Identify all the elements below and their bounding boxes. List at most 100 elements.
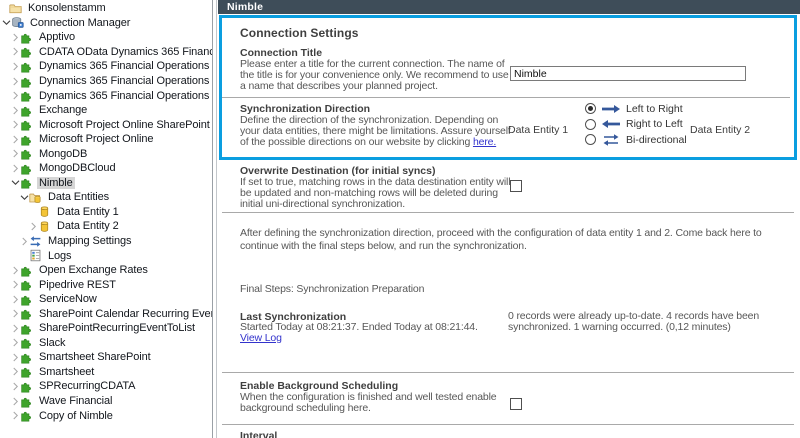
- sync-info-paragraph: After defining the synchronization direc…: [240, 227, 796, 252]
- tree-item-slack[interactable]: Slack: [0, 336, 212, 351]
- tree-item-pipedrive-rest[interactable]: Pipedrive REST: [0, 277, 212, 292]
- puzzle-icon: [20, 31, 33, 44]
- collapse-arrow-icon[interactable]: [11, 119, 20, 130]
- collapse-arrow-icon[interactable]: [11, 134, 20, 145]
- tree-item-dynamics-365-financial-operations[interactable]: Dynamics 365 Financial Operations: [0, 88, 212, 103]
- tree-item-logs[interactable]: Logs: [0, 248, 212, 263]
- overwrite-checkbox[interactable]: [510, 180, 522, 192]
- scheduling-checkbox[interactable]: [510, 398, 522, 410]
- tree-item-mongodbcloud[interactable]: MongoDBCloud: [0, 161, 212, 176]
- tree-item-data-entity-2[interactable]: Data Entity 2: [0, 219, 212, 234]
- tree-item-label: Apptivo: [37, 31, 77, 43]
- panel-divider[interactable]: [212, 0, 213, 438]
- collapse-arrow-icon[interactable]: [11, 265, 20, 276]
- tree-item-wave-financial[interactable]: Wave Financial: [0, 394, 212, 409]
- connection-title-input[interactable]: [510, 66, 746, 81]
- sync-option-bi-directional[interactable]: Bi-directional: [585, 132, 687, 148]
- data-entity-icon: [38, 205, 51, 218]
- collapse-arrow-icon[interactable]: [11, 381, 20, 392]
- tree-item-dynamics-365-financial-operations-oaut[interactable]: Dynamics 365 Financial Operations OAut: [0, 74, 212, 89]
- collapse-arrow-icon[interactable]: [11, 32, 20, 43]
- tree-item-microsoft-project-online-sharepoint[interactable]: Microsoft Project Online SharePoint: [0, 117, 212, 132]
- section-separator: [222, 212, 794, 213]
- tree-item-label: Open Exchange Rates: [37, 264, 150, 276]
- data-entity-2-label: Data Entity 2: [690, 124, 750, 136]
- radio-selected[interactable]: [585, 103, 596, 114]
- view-log-link[interactable]: View Log: [240, 332, 282, 344]
- collapse-arrow-icon[interactable]: [11, 163, 20, 174]
- sync-option-left-to-right[interactable]: Left to Right: [585, 101, 687, 117]
- puzzle-icon: [20, 365, 33, 378]
- tree-item-dynamics-365-financial-operations-oaut[interactable]: Dynamics 365 Financial Operations OAut: [0, 59, 212, 74]
- collapse-arrow-icon[interactable]: [11, 323, 20, 334]
- tree-item-copy-of-nimble[interactable]: Copy of Nimble: [0, 408, 212, 423]
- expand-arrow-icon[interactable]: [2, 17, 11, 28]
- radio-unselected[interactable]: [585, 119, 596, 130]
- arrow-left-icon: [601, 118, 621, 130]
- puzzle-icon: [20, 133, 33, 146]
- puzzle-icon: [20, 395, 33, 408]
- collapse-arrow-icon[interactable]: [11, 396, 20, 407]
- console-tree-panel: KonsolenstammConnection ManagerApptivo CD…: [0, 0, 212, 438]
- tree-item-mongodb[interactable]: MongoDB: [0, 146, 212, 161]
- tree-item-open-exchange-rates[interactable]: Open Exchange Rates: [0, 263, 212, 278]
- collapse-arrow-icon[interactable]: [11, 352, 20, 363]
- collapse-arrow-icon[interactable]: [29, 221, 38, 232]
- interval-label: Interval: [240, 430, 277, 438]
- tree-item-mapping-settings[interactable]: Mapping Settings: [0, 234, 212, 249]
- connection-settings-panel: Nimble Connection Settings Connection Ti…: [218, 0, 800, 438]
- collapse-arrow-icon[interactable]: [11, 61, 20, 72]
- last-sync-result: 0 records were already up-to-date. 4 rec…: [508, 311, 776, 333]
- collapse-arrow-icon[interactable]: [11, 76, 20, 87]
- section-separator: [222, 424, 794, 425]
- tree-item-smartsheet-sharepoint[interactable]: Smartsheet SharePoint: [0, 350, 212, 365]
- collapse-arrow-icon[interactable]: [11, 90, 20, 101]
- tree-item-data-entities[interactable]: Data Entities: [0, 190, 212, 205]
- overwrite-description: If set to true, matching rows in the dat…: [240, 177, 514, 211]
- tree-item-label: Mapping Settings: [46, 235, 133, 247]
- tree-item-label: Data Entity 2: [55, 220, 121, 232]
- folder-icon: [9, 2, 22, 15]
- puzzle-icon: [20, 293, 33, 306]
- tree-item-smartsheet[interactable]: Smartsheet: [0, 365, 212, 380]
- collapse-arrow-icon[interactable]: [20, 236, 29, 247]
- mapping-icon: [29, 235, 42, 248]
- tree-item-connection-manager[interactable]: Connection Manager: [0, 16, 212, 31]
- tree-item-cdata-odata-dynamics-365-financial-op[interactable]: CDATA OData Dynamics 365 Financial Op: [0, 45, 212, 60]
- collapse-arrow-icon[interactable]: [11, 148, 20, 159]
- sync-option-right-to-left[interactable]: Right to Left: [585, 117, 687, 133]
- collapse-arrow-icon[interactable]: [11, 46, 20, 57]
- puzzle-icon: [20, 307, 33, 320]
- tree-item-label: SharePoint Calendar Recurring Events: [37, 308, 212, 320]
- puzzle-icon: [20, 75, 33, 88]
- tree-item-sharepoint-calendar-recurring-events[interactable]: SharePoint Calendar Recurring Events: [0, 306, 212, 321]
- puzzle-icon: [20, 176, 33, 189]
- expand-arrow-icon[interactable]: [20, 192, 29, 203]
- tree-item-label: Data Entities: [46, 191, 111, 203]
- tree-item-exchange[interactable]: Exchange: [0, 103, 212, 118]
- expand-arrow-icon[interactable]: [11, 177, 20, 188]
- collapse-arrow-icon[interactable]: [11, 337, 20, 348]
- collapse-arrow-icon[interactable]: [11, 279, 20, 290]
- collapse-arrow-icon[interactable]: [11, 410, 20, 421]
- tree-item-label: SharePointRecurringEventToList: [37, 322, 197, 334]
- collapse-arrow-icon[interactable]: [11, 294, 20, 305]
- tree-item-sharepointrecurringeventtolist[interactable]: SharePointRecurringEventToList: [0, 321, 212, 336]
- tree-item-label: Slack: [37, 337, 67, 349]
- collapse-arrow-icon[interactable]: [11, 308, 20, 319]
- tree-item-sprecurringcdata[interactable]: SPRecurringCDATA: [0, 379, 212, 394]
- puzzle-icon: [20, 336, 33, 349]
- connection-title-description: Please enter a title for the current con…: [240, 59, 514, 93]
- tree-item-nimble[interactable]: Nimble: [0, 176, 212, 191]
- tree-item-apptivo[interactable]: Apptivo: [0, 30, 212, 45]
- tree-item-microsoft-project-online[interactable]: Microsoft Project Online: [0, 132, 212, 147]
- tree-item-servicenow[interactable]: ServiceNow: [0, 292, 212, 307]
- tree-item-data-entity-1[interactable]: Data Entity 1: [0, 205, 212, 220]
- data-entity-1-label: Data Entity 1: [508, 124, 568, 136]
- here-link[interactable]: here.: [473, 136, 496, 148]
- radio-unselected[interactable]: [585, 134, 596, 145]
- arrows-bidirectional-icon: [601, 134, 621, 146]
- collapse-arrow-icon[interactable]: [11, 366, 20, 377]
- tree-item-konsolenstamm[interactable]: Konsolenstamm: [0, 1, 212, 16]
- collapse-arrow-icon[interactable]: [11, 105, 20, 116]
